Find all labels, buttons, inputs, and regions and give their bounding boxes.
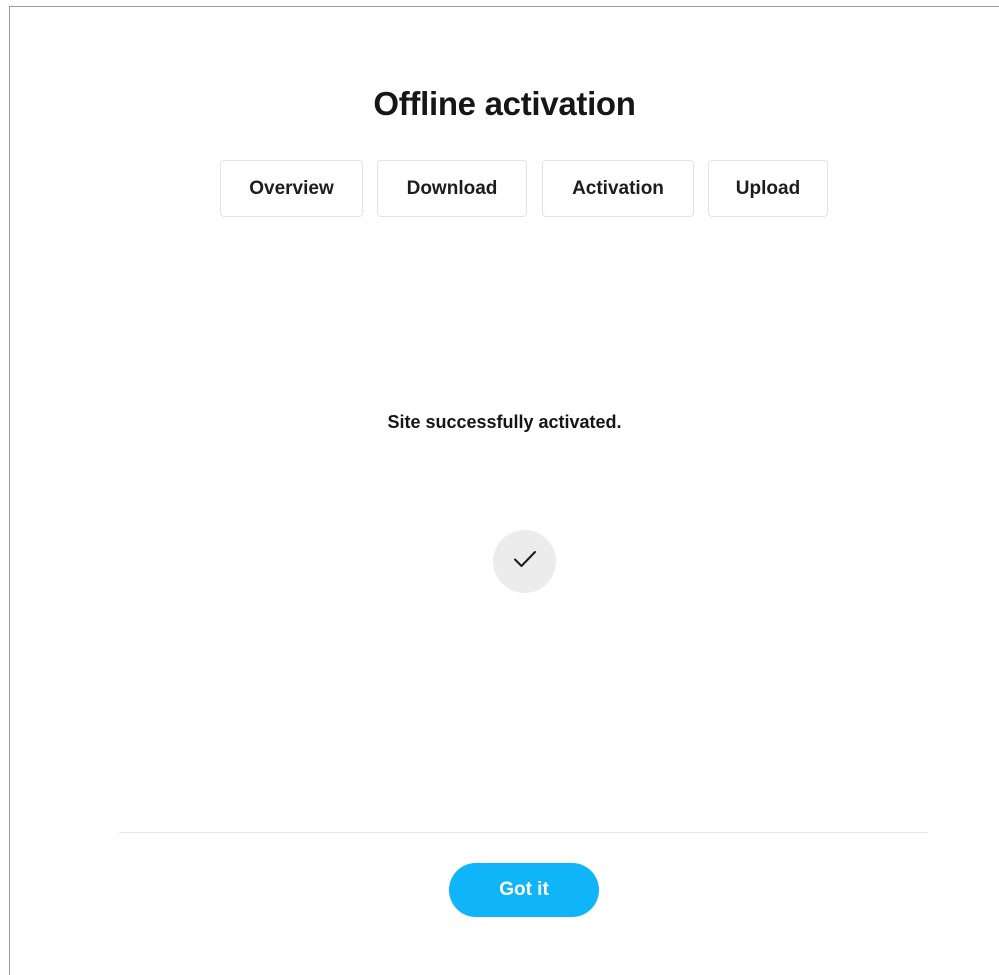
tab-overview[interactable]: Overview [220, 160, 363, 217]
tab-download[interactable]: Download [377, 160, 527, 217]
tab-activation[interactable]: Activation [542, 160, 694, 217]
dialog-title: Offline activation [373, 85, 636, 122]
checkmark-icon [513, 549, 537, 574]
success-message: Site successfully activated. [387, 412, 622, 432]
got-it-button[interactable]: Got it [449, 863, 599, 917]
dialog-window: Offline activation Overview Download Act… [9, 6, 999, 975]
tab-upload[interactable]: Upload [708, 160, 828, 217]
footer-divider [119, 832, 928, 833]
success-status [493, 530, 556, 593]
